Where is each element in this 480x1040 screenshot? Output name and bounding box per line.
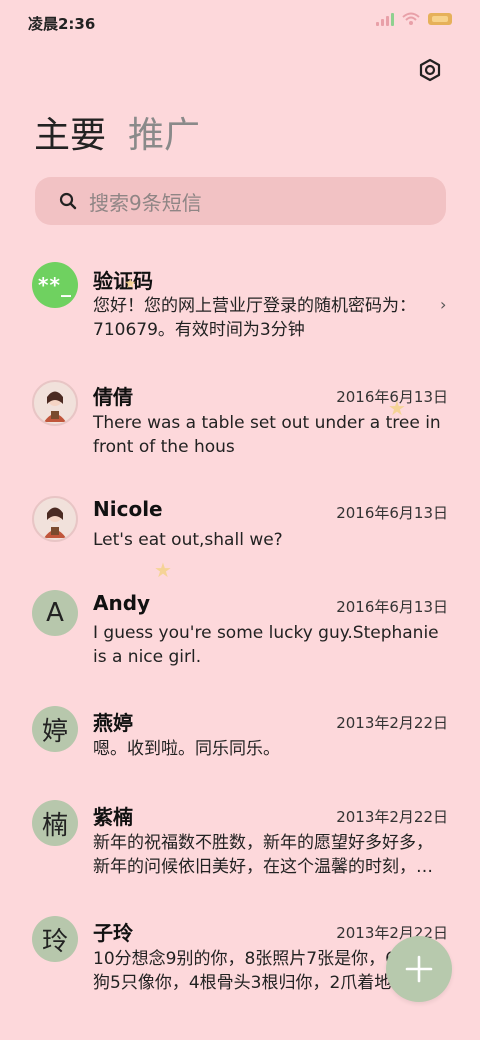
girl-avatar-icon [44,507,66,538]
conversation-item[interactable]: Nicole 2016年6月13日 Let's eat out,shall we… [0,484,480,564]
conversation-date: 2013年2月22日 [336,714,448,732]
avatar: 楠 [32,800,78,846]
battery-icon [428,13,452,25]
conversation-name: Nicole [93,497,163,521]
conversation-date: 2016年6月13日 [336,598,448,616]
avatar [32,496,78,542]
avatar [32,380,78,426]
star-decoration-icon: ★ [388,396,406,420]
status-icons [376,12,452,26]
status-bar: 凌晨2:36 [0,0,480,44]
conversation-item[interactable]: 倩倩 2016年6月13日 There was a table set out … [0,368,480,468]
messages-screen: 凌晨2:36 主要 推广 搜索9条短信 **_ 验证码 › 您好！您的网上营业厅… [0,0,480,1040]
avatar: 玲 [32,916,78,962]
star-decoration-icon: ★ [124,276,137,292]
tab-bar: 主要 推广 [34,106,200,158]
search-icon [57,190,79,212]
conversation-preview: I guess you're some lucky guy.Stephanie … [93,623,439,667]
star-decoration-icon: ★ [154,558,172,582]
conversation-preview: Let's eat out,shall we? [93,530,283,550]
search-placeholder: 搜索9条短信 [89,190,202,215]
girl-avatar-icon [44,391,66,422]
new-message-button[interactable] [386,936,452,1002]
avatar: A [32,590,78,636]
conversation-item[interactable]: A Andy 2016年6月13日 I guess you're some lu… [0,578,480,678]
conversation-item[interactable]: **_ 验证码 › 您好！您的网上营业厅登录的随机密码为：710679。有效时间… [0,252,480,352]
avatar: 婷 [32,706,78,752]
conversation-item[interactable]: 婷 燕婷 2013年2月22日 嗯。收到啦。同乐同乐。 [0,694,480,774]
conversation-date: 2013年2月22日 [336,808,448,826]
tab-primary[interactable]: 主要 [34,106,106,158]
conversation-name: 倩倩 [93,385,133,409]
status-time: 凌晨2:36 [28,15,96,33]
conversation-date: 2016年6月13日 [336,504,448,522]
conversation-preview: 嗯。收到啦。同乐同乐。 [93,739,280,759]
conversation-name: 紫楠 [93,805,133,829]
avatar: **_ [32,262,78,308]
conversation-item[interactable]: 楠 紫楠 2013年2月22日 新年的祝福数不胜数，新年的愿望好多好多，新年的问… [0,788,480,888]
search-input[interactable]: 搜索9条短信 [35,177,446,225]
wifi-icon [402,12,420,25]
conversation-preview: 您好！您的网上营业厅登录的随机密码为：710679。有效时间为3分钟 [93,296,416,340]
plus-icon [405,955,433,983]
conversation-name: 子玲 [93,921,133,945]
conversation-name: 验证码 [93,269,153,293]
tab-promotions[interactable]: 推广 [128,106,200,158]
gear-icon [419,58,441,82]
conversation-name: Andy [93,591,151,615]
conversation-name: 燕婷 [93,711,133,735]
conversation-preview: 新年的祝福数不胜数，新年的愿望好多好多，新年的问候依旧美好，在这个温馨的时刻，… [93,833,433,877]
settings-button[interactable] [414,54,446,86]
signal-icon [376,12,394,26]
